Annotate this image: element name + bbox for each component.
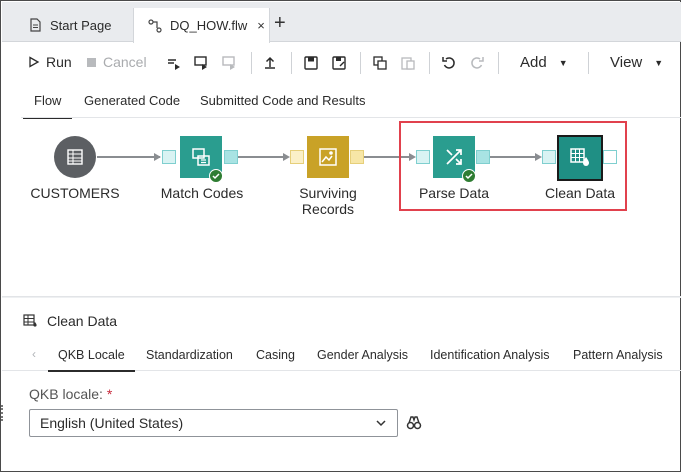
toolbar-separator [588,52,589,74]
toolbar-separator [498,52,499,74]
view-tab-bar: Flow Generated Code Submitted Code and R… [2,87,681,119]
run-selected-icon[interactable] [220,54,238,72]
flow-icon [148,18,162,33]
add-tab-button[interactable]: + [274,12,294,36]
customers-label: CUSTOMERS [30,185,120,201]
panel-splitter[interactable] [2,296,681,298]
toolbar-separator [429,52,430,74]
application-window: Start Page DQ_HOW.flw × + Run Cancel Add… [0,0,681,472]
input-port[interactable] [290,150,304,164]
toolbar-separator [291,52,292,74]
cancel-button[interactable]: Cancel [86,54,147,70]
tab-dq-how-flow[interactable]: DQ_HOW.flw × [133,8,270,43]
surviving-records-node[interactable] [307,136,349,178]
tab-identification-analysis[interactable]: Identification Analysis [430,348,550,362]
tab-label: Start Page [50,17,112,33]
view-menu-button[interactable]: View ▼ [610,54,663,71]
chevron-down-icon: ▼ [654,57,664,68]
paste-icon[interactable] [399,54,417,72]
save-icon[interactable] [302,54,320,72]
qkb-locale-select[interactable]: English (United States) [29,409,398,437]
chevron-down-icon: ▼ [558,57,568,68]
match-codes-icon [192,148,210,166]
tab-label: DQ_HOW.flw [170,18,248,33]
tab-standardization[interactable]: Standardization [146,348,233,362]
run-to-node-icon[interactable] [192,54,210,72]
tab-gender-analysis[interactable]: Gender Analysis [317,348,408,362]
upload-icon[interactable] [261,54,279,72]
success-check-icon [209,169,223,183]
customers-node[interactable] [54,136,96,178]
parse-data-label: Parse Data [418,185,490,201]
parse-data-icon [446,149,462,165]
undo-icon[interactable] [440,54,458,72]
stop-icon [87,57,96,67]
input-port[interactable] [162,150,176,164]
success-check-icon [462,169,476,183]
output-port[interactable] [476,150,490,164]
parse-data-node[interactable] [433,136,476,183]
table-icon [23,314,37,328]
tab-casing[interactable]: Casing [256,348,295,362]
clean-data-icon [570,148,589,166]
toolbar-separator [360,52,361,74]
properties-title: Clean Data [23,313,117,329]
output-port[interactable] [224,150,238,164]
tab-pattern-analysis[interactable]: Pattern Analysis [573,348,663,362]
input-port[interactable] [542,150,556,164]
input-port[interactable] [416,150,430,164]
flow-toolbar: Run Cancel Add ▼ View ▼ [2,42,681,84]
tab-submitted-code[interactable]: Submitted Code and Results [200,93,365,108]
chevron-left-icon[interactable]: ‹ [32,347,36,361]
document-tab-bar: Start Page DQ_HOW.flw × + [2,2,681,43]
table-icon [67,149,83,165]
document-icon [28,18,42,32]
chevron-down-icon [376,420,386,427]
copy-icon[interactable] [371,54,389,72]
required-marker: * [106,386,113,402]
flow-canvas[interactable]: CUSTOMERS Match Codes Surviving Records [2,118,681,296]
save-as-icon[interactable] [330,54,348,72]
output-port[interactable] [603,150,617,164]
tab-flow[interactable]: Flow [23,93,73,119]
output-port[interactable] [350,150,364,164]
run-from-node-icon[interactable] [165,54,183,72]
resize-handle[interactable] [1,405,4,421]
tab-generated-code[interactable]: Generated Code [84,93,180,108]
toolbar-separator [251,52,252,74]
binoculars-icon[interactable] [406,415,422,431]
match-codes-label: Match Codes [160,185,244,201]
clean-data-node[interactable] [557,135,603,181]
qkb-locale-label: QKB locale: * [29,386,113,402]
add-menu-button[interactable]: Add ▼ [520,54,568,71]
play-icon [29,56,40,68]
tab-qkb-locale[interactable]: QKB Locale [48,348,135,372]
run-button[interactable]: Run [28,54,72,70]
redo-icon[interactable] [468,54,486,72]
clean-data-label: Clean Data [544,185,616,201]
tab-start-page[interactable]: Start Page [16,8,132,42]
surviving-records-icon [319,148,337,166]
surviving-records-label: Surviving Records [299,185,357,217]
match-codes-node[interactable] [180,136,223,183]
close-tab-icon[interactable]: × [257,18,265,33]
properties-tab-bar: ‹ QKB Locale Standardization Casing Gend… [2,339,681,372]
